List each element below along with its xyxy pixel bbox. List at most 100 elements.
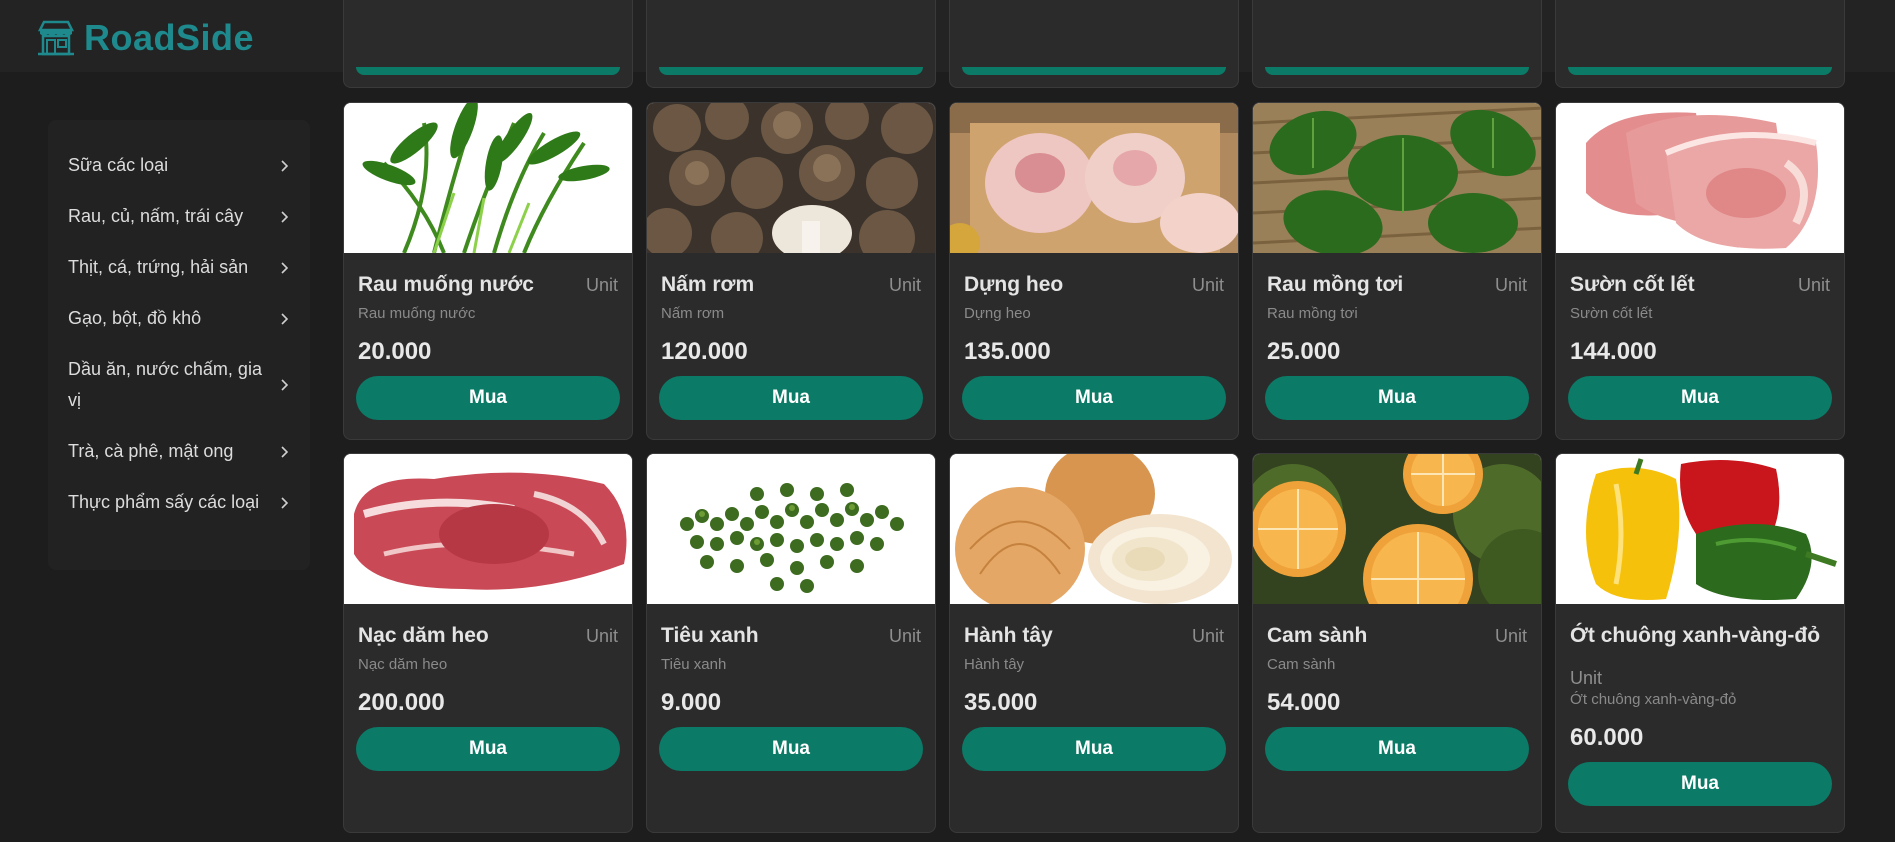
chevron-right-icon bbox=[281, 261, 289, 274]
product-unit: Unit bbox=[1494, 275, 1527, 295]
product-price: 35.000 bbox=[964, 689, 1038, 716]
buy-button[interactable]: Mua bbox=[1265, 376, 1529, 420]
product-unit: Unit bbox=[1570, 668, 1603, 688]
buy-button[interactable]: Mua bbox=[356, 376, 620, 420]
category-label: Thực phẩm sấy các loại bbox=[68, 492, 260, 512]
buy-button[interactable]: Mua bbox=[1568, 762, 1832, 806]
product-price: 20.000 bbox=[358, 338, 432, 365]
product-name: Cam sành bbox=[1267, 624, 1368, 647]
product-subtitle: Nấm rơm bbox=[661, 305, 725, 322]
product-card[interactable]: Rau mồng tơi Unit Rau mồng tơi 25.000 Mu… bbox=[1252, 102, 1542, 440]
category-label: Rau, củ, nấm, trái cây bbox=[68, 206, 244, 226]
product-grid: Rau muống nước Unit Rau muống nước 20.00… bbox=[343, 0, 1848, 842]
product-subtitle: Ớt chuông xanh-vàng-đỏ bbox=[1570, 691, 1737, 708]
product-image[interactable] bbox=[1253, 454, 1541, 604]
chevron-right-icon bbox=[281, 445, 289, 458]
product-image[interactable] bbox=[344, 103, 632, 253]
chevron-right-icon bbox=[281, 379, 289, 391]
product-price: 54.000 bbox=[1267, 689, 1341, 716]
buy-button[interactable]: Mua bbox=[962, 376, 1226, 420]
product-subtitle: Dựng heo bbox=[964, 305, 1031, 322]
chevron-right-icon bbox=[281, 159, 289, 172]
category-item[interactable]: Rau, củ, nấm, trái cây bbox=[48, 191, 310, 242]
product-unit: Unit bbox=[585, 626, 618, 646]
product-card[interactable]: Nấm rơm Unit Nấm rơm 120.000 Mua bbox=[646, 102, 936, 440]
product-subtitle: Rau muống nước bbox=[358, 305, 476, 322]
product-subtitle: Nạc dăm heo bbox=[358, 656, 448, 673]
product-card[interactable]: Rau muống nước Unit Rau muống nước 20.00… bbox=[343, 102, 633, 440]
buy-button[interactable]: Mua bbox=[356, 727, 620, 771]
product-price: 144.000 bbox=[1570, 338, 1657, 365]
product-price: 60.000 bbox=[1570, 724, 1644, 751]
storefront-icon bbox=[37, 20, 75, 56]
product-image[interactable] bbox=[647, 103, 935, 253]
product-unit: Unit bbox=[888, 626, 921, 646]
product-card[interactable]: Cam sành Unit Cam sành 54.000 Mua bbox=[1252, 453, 1542, 833]
product-unit: Unit bbox=[1494, 626, 1527, 646]
product-unit: Unit bbox=[888, 275, 921, 295]
product-name: Nạc dăm heo bbox=[358, 624, 489, 647]
product-card[interactable]: Hành tây Unit Hành tây 35.000 Mua bbox=[949, 453, 1239, 833]
product-image[interactable] bbox=[950, 454, 1238, 604]
category-item[interactable]: Trà, cà phê, mật ong bbox=[48, 426, 310, 477]
product-name: Nấm rơm bbox=[661, 273, 755, 296]
product-name: Dựng heo bbox=[964, 273, 1064, 296]
product-name: Sườn cốt lết bbox=[1570, 273, 1695, 296]
category-item[interactable]: Gạo, bột, đồ khô bbox=[48, 293, 310, 344]
buy-button[interactable]: Mua bbox=[962, 727, 1226, 771]
category-item[interactable]: Thực phẩm sấy các loại bbox=[48, 477, 310, 528]
category-label: Gạo, bột, đồ khô bbox=[68, 308, 202, 328]
product-subtitle: Hành tây bbox=[964, 656, 1025, 673]
chevron-right-icon bbox=[281, 210, 289, 223]
buy-button[interactable]: Mua bbox=[1568, 376, 1832, 420]
product-unit: Unit bbox=[1191, 626, 1224, 646]
product-subtitle: Rau mồng tơi bbox=[1267, 305, 1358, 322]
product-card[interactable]: Dựng heo Unit Dựng heo 135.000 Mua bbox=[949, 102, 1239, 440]
chevron-right-icon bbox=[281, 496, 289, 509]
product-subtitle: Tiêu xanh bbox=[661, 656, 727, 673]
product-price: 25.000 bbox=[1267, 338, 1341, 365]
category-item[interactable]: Dầu ăn, nước chấm, gia vị bbox=[48, 344, 310, 426]
product-name: Hành tây bbox=[964, 624, 1053, 647]
category-sidebar: Sữa các loại Rau, củ, nấm, trái cây Thịt… bbox=[48, 120, 310, 570]
product-card-partial[interactable] bbox=[1555, 0, 1845, 88]
category-item[interactable]: Sữa các loại bbox=[48, 140, 310, 191]
product-name: Rau mồng tơi bbox=[1267, 273, 1404, 296]
product-image[interactable] bbox=[344, 454, 632, 604]
product-image[interactable] bbox=[1556, 454, 1844, 604]
product-image[interactable] bbox=[950, 103, 1238, 253]
category-label: Sữa các loại bbox=[68, 155, 169, 175]
product-card[interactable]: Nạc dăm heo Unit Nạc dăm heo 200.000 Mua bbox=[343, 453, 633, 833]
product-card-partial[interactable] bbox=[646, 0, 936, 88]
product-image[interactable] bbox=[1253, 103, 1541, 253]
logo[interactable]: RoadSide bbox=[36, 17, 254, 59]
product-card[interactable]: Ớt chuông xanh-vàng-đỏ Unit Ớt chuông xa… bbox=[1555, 453, 1845, 833]
product-name: Rau muống nước bbox=[358, 273, 534, 296]
product-unit: Unit bbox=[1797, 275, 1830, 295]
product-price: 200.000 bbox=[358, 689, 445, 716]
product-name: Ớt chuông xanh-vàng-đỏ bbox=[1570, 624, 1821, 647]
product-image[interactable] bbox=[1556, 103, 1844, 253]
product-card-partial[interactable] bbox=[343, 0, 633, 88]
product-card[interactable]: Tiêu xanh Unit Tiêu xanh 9.000 Mua bbox=[646, 453, 936, 833]
product-subtitle: Sườn cốt lết bbox=[1570, 305, 1653, 322]
product-card[interactable]: Sườn cốt lết Unit Sườn cốt lết 144.000 M… bbox=[1555, 102, 1845, 440]
product-card-partial[interactable] bbox=[1252, 0, 1542, 88]
product-price: 135.000 bbox=[964, 338, 1051, 365]
product-name: Tiêu xanh bbox=[661, 624, 759, 647]
category-label: Trà, cà phê, mật ong bbox=[68, 441, 234, 461]
product-unit: Unit bbox=[585, 275, 618, 295]
buy-button[interactable]: Mua bbox=[659, 727, 923, 771]
buy-button[interactable]: Mua bbox=[1265, 727, 1529, 771]
brand-name: RoadSide bbox=[84, 17, 255, 58]
product-card-partial[interactable] bbox=[949, 0, 1239, 88]
product-image[interactable] bbox=[647, 454, 935, 604]
category-label: Dầu ăn, nước chấm, gia vị bbox=[68, 359, 262, 410]
product-subtitle: Cam sành bbox=[1267, 656, 1336, 673]
category-item[interactable]: Thịt, cá, trứng, hải sản bbox=[48, 242, 310, 293]
product-price: 9.000 bbox=[661, 689, 722, 716]
buy-button[interactable]: Mua bbox=[659, 376, 923, 420]
category-label: Thịt, cá, trứng, hải sản bbox=[68, 257, 249, 277]
chevron-right-icon bbox=[281, 312, 289, 325]
product-price: 120.000 bbox=[661, 338, 748, 365]
